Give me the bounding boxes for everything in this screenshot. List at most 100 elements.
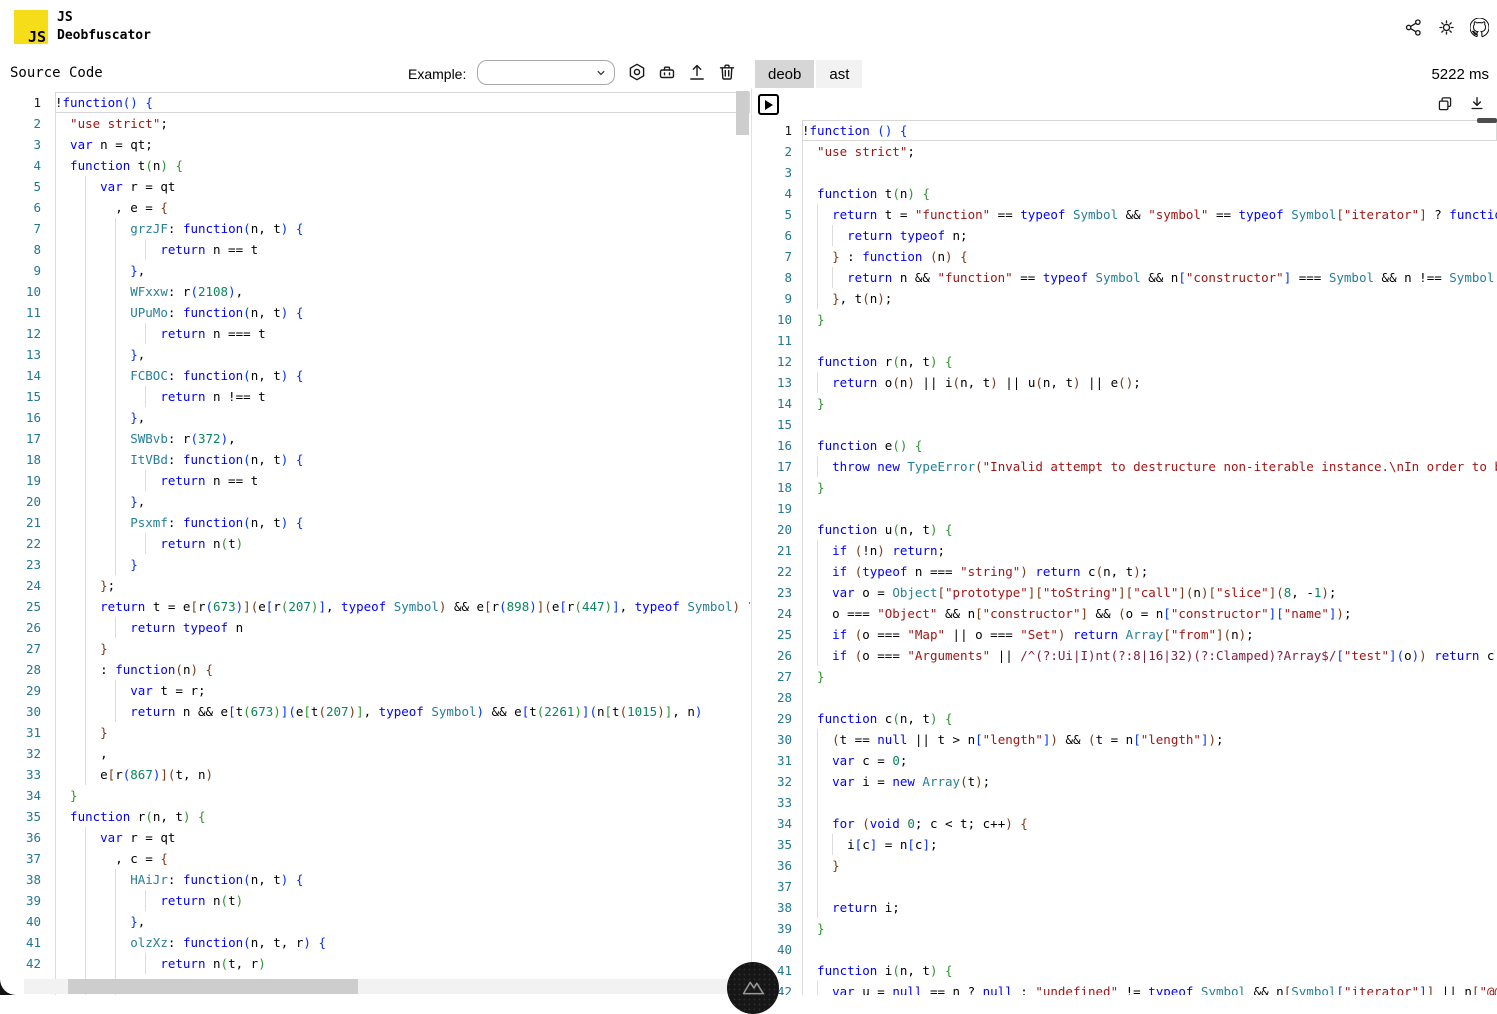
line-number: 13: [752, 372, 802, 393]
line-number: 3: [752, 162, 802, 183]
code-line: 20function u(n, t) {: [752, 519, 1497, 540]
line-number: 28: [0, 659, 55, 680]
share-icon[interactable]: [1404, 18, 1423, 37]
line-number: 5: [0, 176, 55, 197]
output-editor[interactable]: 1!function () {2"use strict";3 4function…: [752, 118, 1497, 995]
code-line: 26if (o === "Arguments" || /^(?:Ui|I)nt(…: [752, 645, 1497, 666]
line-number: 22: [0, 533, 55, 554]
upload-icon[interactable]: [687, 62, 706, 81]
code-line: 13return o(n) || i(n, t) || u(n, t) || e…: [752, 372, 1497, 393]
line-number: 4: [752, 183, 802, 204]
run-button[interactable]: [758, 94, 779, 115]
line-number: 11: [752, 330, 802, 351]
line-number: 13: [0, 344, 55, 365]
code-line: 5var r = qt: [0, 176, 750, 197]
github-icon[interactable]: [1470, 18, 1489, 37]
code-line: 37, c = {: [0, 848, 750, 869]
line-number: 41: [0, 932, 55, 953]
code-line: 42var u = null == n ? null : "undefined"…: [752, 981, 1497, 995]
code-line: 7grzJF: function(n, t) {: [0, 218, 750, 239]
mountain-icon: [736, 971, 770, 1005]
code-line: 3: [752, 162, 1497, 183]
code-line: 32,: [0, 743, 750, 764]
line-number: 19: [0, 470, 55, 491]
code-line: 36var r = qt: [0, 827, 750, 848]
source-editor[interactable]: 1!function() {2"use strict";3var n = qt;…: [0, 90, 750, 995]
code-line: 30(t == null || t > n["length"]) && (t =…: [752, 729, 1497, 750]
tab-deob[interactable]: deob: [755, 60, 814, 88]
source-vscrollbar-thumb[interactable]: [736, 91, 749, 135]
line-number: 1: [752, 120, 802, 141]
line-number: 30: [0, 701, 55, 722]
code-line: 14FCBOC: function(n, t) {: [0, 365, 750, 386]
example-select[interactable]: [477, 60, 615, 85]
output-toolbar: [1436, 94, 1487, 113]
line-number: 8: [752, 267, 802, 288]
line-number: 27: [0, 638, 55, 659]
line-number: 10: [752, 309, 802, 330]
line-number: 35: [0, 806, 55, 827]
line-number: 36: [0, 827, 55, 848]
output-vscrollbar-thumb[interactable]: [1477, 118, 1497, 123]
line-number: 22: [752, 561, 802, 582]
line-number: 6: [752, 225, 802, 246]
overlay-widget-badge[interactable]: [727, 962, 779, 1014]
line-number: 39: [752, 918, 802, 939]
code-line: 8return n == t: [0, 239, 750, 260]
code-line: 2"use strict";: [752, 141, 1497, 162]
app-logo: JS: [14, 10, 48, 44]
line-number: 15: [752, 414, 802, 435]
line-number: 33: [0, 764, 55, 785]
code-line: 10}: [752, 309, 1497, 330]
code-line: 26return typeof n: [0, 617, 750, 638]
brightness-icon[interactable]: [1437, 18, 1456, 37]
code-line: 7} : function (n) {: [752, 246, 1497, 267]
settings-icon[interactable]: [627, 62, 646, 81]
line-number: 25: [752, 624, 802, 645]
line-number: 8: [0, 239, 55, 260]
code-line: 42return n(t, r): [0, 953, 750, 974]
source-toolbar: [627, 62, 736, 81]
code-line: 40},: [0, 911, 750, 932]
tab-ast[interactable]: ast: [816, 60, 862, 88]
copy-icon[interactable]: [1436, 94, 1455, 113]
code-line: 21Psxmf: function(n, t) {: [0, 512, 750, 533]
code-line: 34}: [0, 785, 750, 806]
line-number: 11: [0, 302, 55, 323]
trash-icon[interactable]: [717, 62, 736, 81]
code-line: 31var c = 0;: [752, 750, 1497, 771]
code-line: 35i[c] = n[c];: [752, 834, 1497, 855]
code-line: 8return n && "function" == typeof Symbol…: [752, 267, 1497, 288]
app-title-line1: JS: [57, 9, 151, 27]
line-number: 32: [752, 771, 802, 792]
line-number: 38: [752, 897, 802, 918]
code-line: 19return n == t: [0, 470, 750, 491]
code-line: 27}: [0, 638, 750, 659]
code-line: 11: [752, 330, 1497, 351]
code-line: 10WFxxw: r(2108),: [0, 281, 750, 302]
code-line: 6return typeof n;: [752, 225, 1497, 246]
code-line: 1!function() {: [0, 92, 750, 113]
line-number: 14: [0, 365, 55, 386]
code-line: 34for (void 0; c < t; c++) {: [752, 813, 1497, 834]
line-number: 38: [0, 869, 55, 890]
code-line: 38return i;: [752, 897, 1497, 918]
code-line: 39}: [752, 918, 1497, 939]
line-number: 15: [0, 386, 55, 407]
window-corner: [0, 963, 24, 995]
line-number: 18: [0, 449, 55, 470]
app-title: JS Deobfuscator: [57, 9, 151, 45]
source-hscrollbar-thumb[interactable]: [68, 979, 358, 994]
code-line: 9},: [0, 260, 750, 281]
line-number: 7: [0, 218, 55, 239]
code-line: 19: [752, 498, 1497, 519]
code-line: 17throw new TypeError("Invalid attempt t…: [752, 456, 1497, 477]
code-line: 1!function () {: [752, 120, 1497, 141]
code-line: 11UPuMo: function(n, t) {: [0, 302, 750, 323]
code-line: 16function e() {: [752, 435, 1497, 456]
code-line: 5return t = "function" == typeof Symbol …: [752, 204, 1497, 225]
clean-icon[interactable]: [657, 62, 676, 81]
output-tabs: deob ast: [755, 60, 862, 88]
code-line: 29function c(n, t) {: [752, 708, 1497, 729]
download-icon[interactable]: [1468, 94, 1487, 113]
